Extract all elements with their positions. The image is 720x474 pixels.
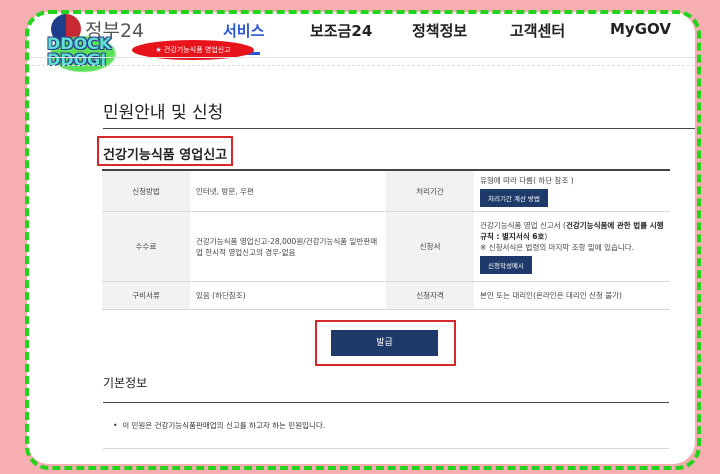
sticker-badge: DDOCK DDOGI xyxy=(43,32,123,76)
label-period: 처리기간 xyxy=(386,169,474,212)
header-divider xyxy=(27,57,695,58)
basic-info-divider xyxy=(103,402,669,403)
list-item: • 이 민원은 건강기능식품판매업의 신고를 하고자 하는 민원입니다. xyxy=(113,420,325,431)
nav-policy[interactable]: 정책정보 xyxy=(412,20,467,41)
nav-subsidy[interactable]: 보조금24 xyxy=(310,20,372,41)
form-note: ※ 신청서식은 법령의 마지막 조항 밑에 있습니다. xyxy=(480,242,635,252)
browser-frame: 정부24 DDOCK DDOGI 서비스 보조금24 정책정보 고객센터 MyG… xyxy=(27,12,695,464)
table-row: 수수료 건강기능식품 영업신고-28,000원/건강기능식품 일반판매업 한시적… xyxy=(102,211,670,282)
header-subdivider xyxy=(27,65,695,67)
nav-mygov[interactable]: MyGOV xyxy=(610,20,671,38)
issue-button[interactable]: 발급 xyxy=(331,330,438,356)
nav-services[interactable]: 서비스 xyxy=(223,20,264,41)
bottom-divider xyxy=(103,448,669,449)
label-fee: 수수료 xyxy=(102,211,190,282)
form-text-end: ) xyxy=(544,231,548,241)
label-documents: 구비서류 xyxy=(102,281,190,310)
form-example-button[interactable]: 신청작성예시 xyxy=(480,255,532,274)
label-eligibility: 신청자격 xyxy=(386,281,474,310)
value-method: 인터넷, 방문, 우편 xyxy=(190,169,386,212)
table-row: 신청방법 인터넷, 방문, 우편 처리기간 유형에 따라 다름( 하단 참조 )… xyxy=(102,169,670,212)
bullet-dot-icon: • xyxy=(113,421,123,430)
value-period-cell: 유형에 따라 다름( 하단 참조 ) 처리기간 계산 방법 xyxy=(474,169,670,212)
label-form: 신청서 xyxy=(386,211,474,282)
basic-info-title: 기본정보 xyxy=(103,376,148,390)
value-form: 건강기능식품 영업 신고서 (건강기능식품에 관한 법률 시행규칙 : 별지서식… xyxy=(480,220,664,242)
value-period: 유형에 따라 다름( 하단 참조 ) xyxy=(480,176,574,185)
period-calc-button[interactable]: 처리기간 계산 방법 xyxy=(480,189,548,207)
value-fee: 건강기능식품 영업신고-28,000원/건강기능식품 일반판매업 한시적 영업신… xyxy=(190,211,386,282)
label-method: 신청방법 xyxy=(102,169,190,212)
value-eligibility: 본인 또는 대리인(온라인은 대리인 신청 불가) xyxy=(474,281,670,310)
basic-info-text: 이 민원은 건강기능식품판매업의 신고를 하고자 하는 민원입니다. xyxy=(122,421,326,430)
info-table: 신청방법 인터넷, 방문, 우편 처리기간 유형에 따라 다름( 하단 참조 )… xyxy=(102,169,670,310)
site-header: 정부24 DDOCK DDOGI 서비스 보조금24 정책정보 고객센터 MyG… xyxy=(27,12,695,76)
service-title: 건강기능식품 영업신고 xyxy=(103,148,228,163)
value-documents: 있음 (하단참조) xyxy=(190,281,386,310)
page-title: 민원안내 및 신청 xyxy=(103,103,224,123)
value-form-cell: 건강기능식품 영업 신고서 (건강기능식품에 관한 법률 시행규칙 : 별지서식… xyxy=(474,211,670,282)
table-row: 구비서류 있음 (하단참조) 신청자격 본인 또는 대리인(온라인은 대리인 신… xyxy=(102,281,670,310)
title-divider xyxy=(103,128,695,129)
form-text: 건강기능식품 영업 신고서 ( xyxy=(480,220,566,230)
nav-customer-center[interactable]: 고객센터 xyxy=(510,20,565,41)
